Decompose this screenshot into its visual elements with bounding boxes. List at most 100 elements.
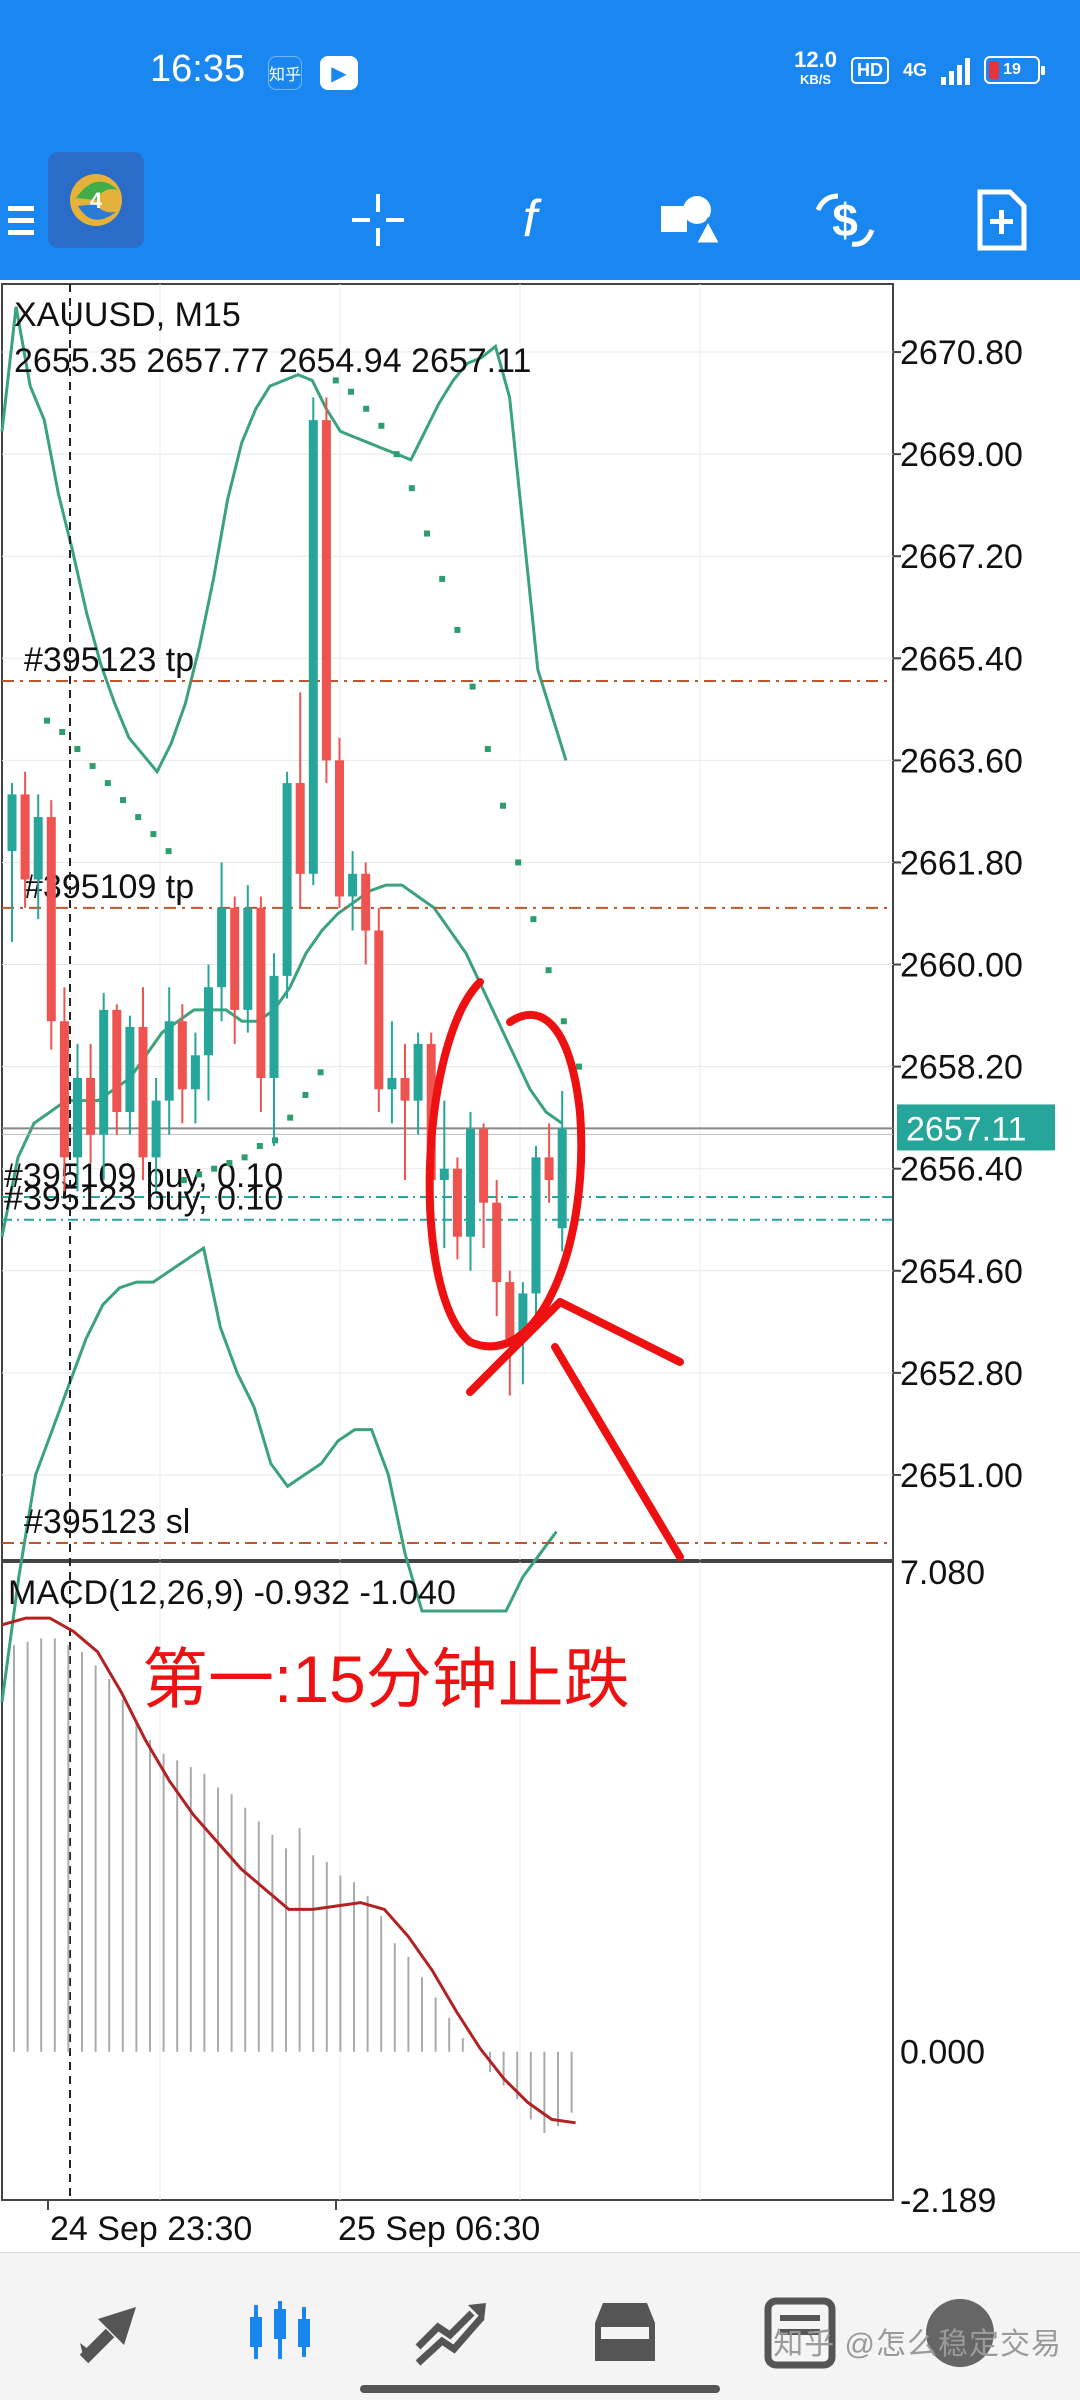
sar-point [439, 575, 446, 582]
y-tick-label: 2652.80 [900, 1355, 1023, 1393]
candle-body [243, 907, 253, 1010]
bottom-nav: 知乎 @怎么稳定交易 [0, 2252, 1080, 2400]
candle-body [269, 975, 279, 1078]
y-tick-label: 2654.60 [900, 1253, 1023, 1291]
trade-icon[interactable]: $ [805, 180, 885, 260]
battery-icon: 19 [984, 56, 1045, 84]
y-tick-label: 2667.20 [900, 538, 1023, 576]
candle-body [230, 907, 240, 1010]
order-line-label: #395123 buy, 0.10 [4, 1180, 283, 1218]
home-indicator[interactable] [360, 2385, 720, 2393]
new-document-icon[interactable] [962, 180, 1042, 260]
candle-body [138, 1026, 148, 1158]
candle-body [413, 1043, 423, 1101]
sar-point [165, 848, 172, 855]
indicators-icon[interactable]: f [490, 180, 570, 260]
y-tick-label: 2669.00 [900, 436, 1023, 474]
video-app-icon: ▶ [320, 56, 358, 90]
history-icon[interactable] [585, 2293, 665, 2373]
sar-point [256, 1143, 263, 1150]
sar-point [196, 1171, 202, 1178]
signal-icon [941, 55, 970, 85]
sar-point [363, 405, 370, 412]
crosshair-icon[interactable] [338, 180, 418, 260]
candle-body [177, 1021, 187, 1090]
sar-point [317, 1069, 324, 1076]
candle-body [466, 1128, 475, 1237]
objects-icon[interactable] [650, 180, 730, 260]
candle-body [217, 907, 227, 988]
sar-point [378, 422, 385, 429]
candle-body [86, 1077, 96, 1135]
candle-body [439, 1168, 449, 1181]
sar-point [180, 1177, 187, 1184]
candle-body [256, 907, 266, 1078]
candle-body [321, 420, 331, 761]
chart-symbol: XAUUSD, M15 [14, 296, 241, 334]
candle-body [308, 420, 318, 874]
candle-body [59, 1021, 69, 1158]
candle-body [46, 817, 56, 1022]
candle-body [335, 760, 344, 897]
sar-point [104, 780, 111, 787]
candle-body [361, 873, 371, 931]
candle-body [348, 873, 358, 897]
y-tick-label: 2661.80 [900, 844, 1023, 882]
candle-body [125, 1026, 135, 1112]
metatrader-logo-icon[interactable]: 4 [48, 152, 144, 248]
candle-body [33, 817, 43, 880]
macd-y-tick-label: 0.000 [900, 2034, 985, 2072]
sar-point [560, 1018, 567, 1025]
y-tick-label: 2665.40 [900, 640, 1023, 678]
battery-level: 19 [1003, 61, 1021, 78]
sar-point [469, 683, 476, 690]
svg-text:f: f [523, 190, 542, 248]
candle-body [295, 783, 305, 874]
y-tick-label: 2658.20 [900, 1049, 1023, 1087]
svg-text:$: $ [832, 194, 858, 246]
candle-body [400, 1077, 410, 1101]
sar-point [393, 451, 400, 458]
sar-point [135, 814, 142, 821]
y-tick-label: 2660.00 [900, 947, 1023, 985]
candle-body [531, 1157, 541, 1294]
quotes-icon[interactable] [70, 2293, 150, 2373]
sar-point [348, 388, 354, 395]
sar-point [484, 746, 491, 753]
candle-body [112, 1009, 122, 1112]
sar-point [89, 763, 96, 770]
zhihu-app-icon: 知乎 [268, 56, 302, 90]
candle-body [204, 987, 213, 1056]
candle-body [151, 1100, 161, 1158]
annotation-text: 第一:15分钟止跌 [142, 1642, 630, 1716]
hd-badge: HD [850, 56, 889, 84]
y-tick-label: 2663.60 [900, 742, 1023, 780]
chart-svg[interactable]: #395123 tp#395109 tp#395109 buy, 0.10#39… [0, 282, 1080, 2252]
main-chart-frame [1, 283, 894, 1561]
network-type: 4G [902, 59, 927, 80]
sar-point [241, 1154, 248, 1161]
macd-label: MACD(12,26,9) -0.932 -1.040 [8, 1574, 456, 1612]
sar-point [59, 729, 66, 736]
candle-body [544, 1157, 554, 1181]
sar-point [500, 802, 506, 809]
sar-point [454, 626, 461, 633]
trade-icon[interactable] [412, 2293, 492, 2373]
sar-point [302, 1091, 309, 1098]
sar-point [424, 530, 430, 537]
candle-body [164, 1021, 174, 1101]
chart-icon[interactable] [240, 2293, 320, 2373]
y-tick-label: 2651.00 [900, 1457, 1023, 1495]
candle-body [374, 930, 384, 1090]
y-tick-label: 2670.80 [900, 334, 1023, 372]
candle-body [479, 1128, 489, 1203]
macd-y-tick-label: -2.189 [900, 2182, 996, 2220]
macd-y-tick-label: 7.080 [900, 1554, 985, 1592]
sar-point [408, 485, 415, 492]
chart-ohlc: 2655.35 2657.77 2654.94 2657.11 [14, 342, 531, 380]
sar-point [576, 1063, 582, 1070]
chart-area[interactable]: #395123 tp #395109 tp #395109 buy, 0.10 #39… [0, 282, 1080, 2252]
toolbar: 4 f $ [0, 140, 1080, 280]
candle-body [387, 1077, 397, 1090]
candle-body [505, 1282, 515, 1339]
